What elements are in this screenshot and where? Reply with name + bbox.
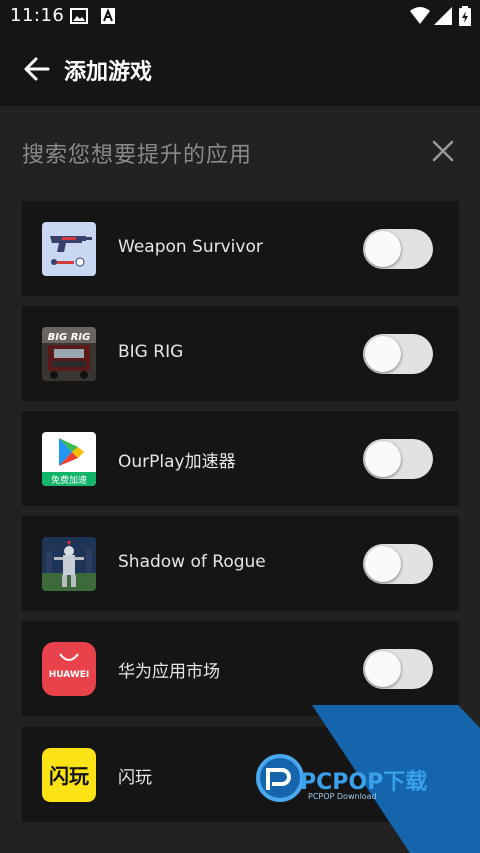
toggle-knob [365, 651, 401, 687]
enable-toggle[interactable] [363, 334, 433, 374]
svg-text:HUAWEI: HUAWEI [49, 670, 90, 680]
svg-text:闪玩: 闪玩 [49, 764, 89, 788]
toggle-knob [365, 546, 401, 582]
a-notification-icon [101, 8, 115, 24]
enable-toggle[interactable] [363, 439, 433, 479]
weapon-survivor-icon [42, 222, 96, 276]
app-name: Weapon Survivor [118, 237, 263, 257]
search-input[interactable]: 搜索您想要提升的应用 [22, 137, 252, 169]
app-bar: 添加游戏 [0, 32, 480, 106]
status-time: 11:16 [10, 5, 65, 26]
list-item[interactable]: BIG RIG BIG RIG [22, 306, 459, 401]
svg-text:BIG RIG: BIG RIG [48, 332, 91, 343]
list-item[interactable]: 免费加速 OurPlay加速器 [22, 411, 459, 506]
signal-icon [434, 7, 452, 25]
toggle-knob [365, 441, 401, 477]
toggle-knob [365, 336, 401, 372]
search-bar[interactable]: 搜索您想要提升的应用 [0, 106, 480, 196]
close-icon[interactable] [430, 138, 456, 164]
big-rig-icon: BIG RIG [42, 327, 96, 381]
toggle-knob [365, 231, 401, 267]
enable-toggle[interactable] [363, 649, 433, 689]
watermark-subtext: PCPOP Download [308, 792, 377, 801]
svg-text:免费加速: 免费加速 [51, 474, 87, 486]
enable-toggle[interactable] [363, 544, 433, 584]
list-item[interactable]: Weapon Survivor [22, 201, 459, 296]
enable-toggle[interactable] [363, 229, 433, 269]
app-name: 闪玩 [118, 768, 152, 788]
list-item[interactable]: Shadow of Rogue [22, 516, 459, 611]
page-title: 添加游戏 [64, 60, 153, 85]
huawei-appgallery-icon: HUAWEI [42, 642, 96, 696]
app-name: OurPlay加速器 [118, 452, 236, 472]
wifi-icon [410, 7, 430, 24]
status-bar: 11:16 [0, 0, 480, 32]
battery-icon [459, 6, 471, 26]
shanwan-icon: 闪玩 [42, 748, 96, 802]
app-name: BIG RIG [118, 342, 184, 362]
list-item[interactable]: HUAWEI 华为应用市场 [22, 621, 459, 716]
app-name: Shadow of Rogue [118, 552, 266, 572]
arrow-left-icon[interactable] [22, 54, 52, 84]
app-name: 华为应用市场 [118, 662, 220, 682]
ourplay-icon: 免费加速 [42, 432, 96, 486]
image-notification-icon [70, 8, 88, 24]
shadow-of-rogue-icon [42, 537, 96, 591]
